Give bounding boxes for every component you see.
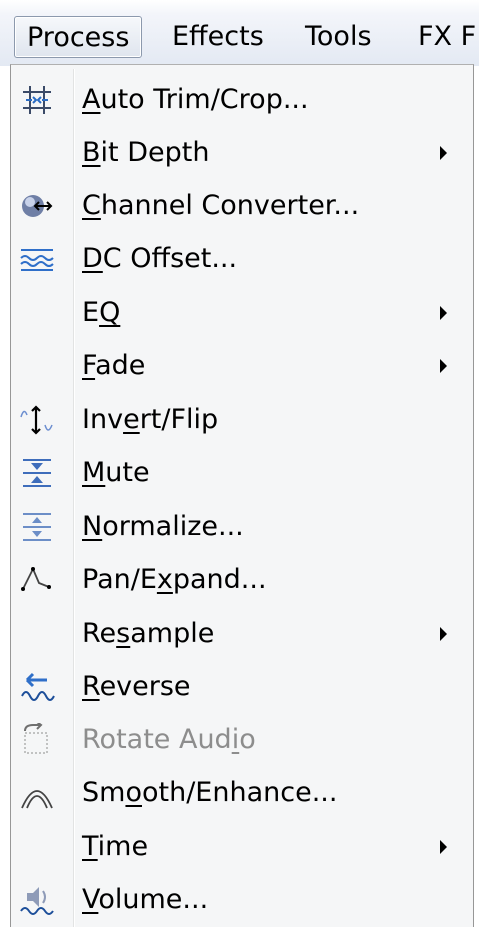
- access-key: T: [82, 831, 98, 862]
- menu-item-label: Time: [82, 820, 148, 873]
- label-text: ade: [95, 350, 146, 381]
- menu-item-pan-expand[interactable]: Pan/Expand...: [11, 553, 473, 606]
- label-text: o: [239, 724, 256, 755]
- menu-fx-label: FX F: [418, 21, 477, 52]
- access-key: V: [82, 884, 99, 915]
- label-text: Inv: [82, 404, 124, 435]
- menu-effects-label: Effects: [172, 21, 264, 52]
- menu-item-channel-converter[interactable]: Channel Converter...: [11, 179, 473, 232]
- access-key: B: [82, 137, 101, 168]
- submenu-arrow-icon: [440, 359, 447, 373]
- menu-item-mute[interactable]: Mute: [11, 446, 473, 499]
- access-key: M: [82, 457, 106, 488]
- label-text: oth/Enhance...: [141, 777, 338, 808]
- label-text: ute: [105, 457, 150, 488]
- menu-item-label: Pan/Expand...: [82, 553, 267, 606]
- label-text: Rotate Aud: [82, 724, 232, 755]
- menu-item-label: Rotate Audio: [82, 713, 256, 766]
- access-key: D: [82, 243, 103, 274]
- menu-item-time[interactable]: Time: [11, 820, 473, 873]
- access-key: A: [82, 84, 101, 115]
- label-text: pand...: [172, 564, 267, 595]
- submenu-arrow-icon: [440, 627, 447, 641]
- menu-item-normalize[interactable]: Normalize...: [11, 500, 473, 553]
- menu-effects[interactable]: Effects: [172, 16, 264, 58]
- menu-tools[interactable]: Tools: [305, 16, 372, 58]
- menu-item-label: Resample: [82, 607, 214, 660]
- submenu-arrow-icon: [440, 840, 447, 854]
- label-text: hannel Converter...: [100, 190, 360, 221]
- menu-item-auto-trim-crop[interactable]: Auto Trim/Crop...: [11, 73, 473, 126]
- label-text: Pan/E: [82, 564, 157, 595]
- menu-item-eq[interactable]: EQ: [11, 286, 473, 339]
- label-text: ormalize...: [102, 511, 244, 542]
- label-text: uto Trim/Crop...: [100, 84, 309, 115]
- menu-fx-favorites[interactable]: FX F: [418, 16, 476, 58]
- menu-item-invert-flip[interactable]: Invert/Flip: [11, 393, 473, 446]
- menu-process[interactable]: Process: [14, 16, 143, 58]
- access-key: C: [82, 190, 101, 221]
- menu-item-label: Reverse: [82, 660, 191, 713]
- submenu-arrow-icon: [440, 306, 447, 320]
- access-key: N: [82, 511, 103, 542]
- label-text: E: [82, 297, 100, 328]
- menu-process-label: Process: [27, 22, 130, 53]
- access-key: F: [82, 350, 96, 381]
- label-text: rt/Flip: [139, 404, 219, 435]
- menu-item-label: Auto Trim/Crop...: [82, 73, 309, 126]
- menu-item-bit-depth[interactable]: Bit Depth: [11, 126, 473, 179]
- menu-item-resample[interactable]: Resample: [11, 607, 473, 660]
- access-key: e: [123, 404, 140, 435]
- label-text: Re: [82, 618, 117, 649]
- menu-item-label: Normalize...: [82, 500, 244, 553]
- menu-tools-label: Tools: [305, 21, 372, 52]
- menu-item-label: Bit Depth: [82, 126, 209, 179]
- menu-item-label: DC Offset...: [82, 232, 237, 285]
- process-dropdown-menu: Auto Trim/Crop... Bit Depth Channel Conve…: [10, 64, 474, 927]
- menu-bar: Process Effects Tools FX F: [0, 0, 479, 66]
- menu-item-dc-offset[interactable]: DC Offset...: [11, 232, 473, 285]
- menu-item-smooth-enhance[interactable]: Smooth/Enhance...: [11, 766, 473, 819]
- menu-item-label: Smooth/Enhance...: [82, 766, 337, 819]
- label-text: ample: [130, 618, 215, 649]
- label-text: it Depth: [100, 137, 210, 168]
- submenu-arrow-icon: [440, 146, 447, 160]
- menu-item-label: Fade: [82, 339, 145, 392]
- menu-item-label: Mute: [82, 446, 150, 499]
- menu-item-reverse[interactable]: Reverse: [11, 660, 473, 713]
- access-key: Q: [99, 297, 121, 328]
- label-text: olume...: [98, 884, 209, 915]
- menu-item-volume[interactable]: Volume...: [11, 873, 473, 926]
- menu-item-label: Invert/Flip: [82, 393, 218, 446]
- menu-item-fade[interactable]: Fade: [11, 339, 473, 392]
- access-key: R: [82, 671, 100, 702]
- label-text: ime: [97, 831, 149, 862]
- access-key: s: [116, 618, 131, 649]
- menu-item-label: EQ: [82, 286, 120, 339]
- label-text: everse: [99, 671, 191, 702]
- access-key: x: [156, 564, 173, 595]
- access-key: o: [125, 777, 142, 808]
- menu-item-rotate-audio: Rotate Audio: [11, 713, 473, 766]
- label-text: C Offset...: [102, 243, 238, 274]
- menu-item-label: Volume...: [82, 873, 208, 926]
- menu-item-label: Channel Converter...: [82, 179, 359, 232]
- label-text: Sm: [82, 777, 126, 808]
